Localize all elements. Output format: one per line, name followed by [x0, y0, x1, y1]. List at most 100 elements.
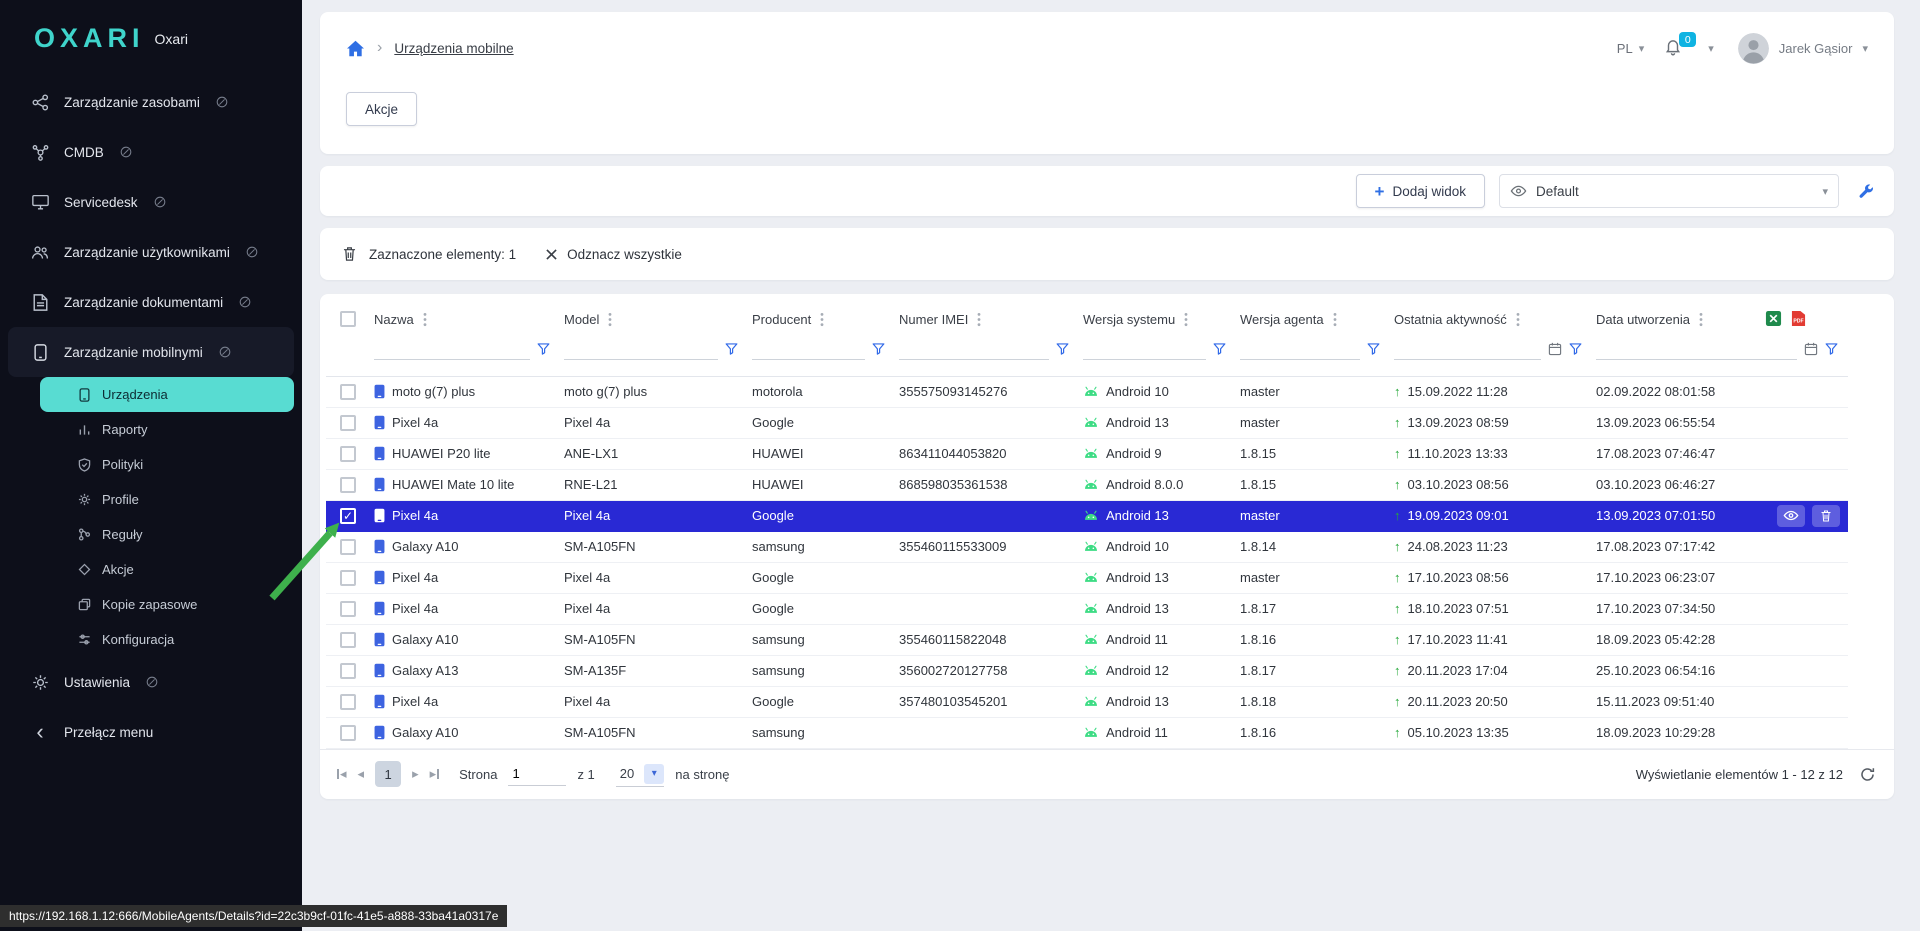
table-row[interactable]: Pixel 4aPixel 4aGoogleAndroid 13master↑1… [326, 407, 1848, 438]
sidebar-item-urzadzenia[interactable]: Urządzenia [40, 377, 294, 412]
delete-selected-icon[interactable] [342, 246, 357, 262]
table-row[interactable]: HUAWEI Mate 10 liteRNE-L21HUAWEI86859803… [326, 469, 1848, 500]
filter-input-imei[interactable] [899, 338, 1049, 360]
brand-logo[interactable]: OXARI Oxari [0, 0, 302, 77]
row-checkbox[interactable] [340, 632, 356, 648]
row-checkbox[interactable] [340, 694, 356, 710]
avatar[interactable] [1738, 33, 1769, 64]
filter-icon[interactable] [872, 343, 885, 355]
column-menu-icon[interactable] [1697, 310, 1705, 329]
breadcrumb-current[interactable]: Urządzenia mobilne [394, 41, 513, 56]
refresh-icon[interactable] [1859, 766, 1876, 783]
filter-icon[interactable] [1367, 343, 1380, 355]
column-header-last_activity[interactable]: Ostatnia aktywność [1394, 312, 1507, 327]
column-menu-icon[interactable] [1331, 310, 1339, 329]
page-input[interactable] [508, 762, 566, 786]
grid-settings-button[interactable] [1853, 179, 1878, 204]
row-checkbox[interactable] [340, 539, 356, 555]
column-menu-icon[interactable] [818, 310, 826, 329]
column-header-system[interactable]: Wersja systemu [1083, 312, 1175, 327]
table-row[interactable]: Galaxy A10SM-A105FNsamsung35546011582204… [326, 624, 1848, 655]
table-row[interactable]: Galaxy A10SM-A105FNsamsung35546011553300… [326, 531, 1848, 562]
filter-input-producer[interactable] [752, 338, 865, 360]
export-pdf-icon[interactable]: PDF [1791, 310, 1806, 327]
row-checkbox[interactable] [340, 601, 356, 617]
sidebar-item-reguly[interactable]: Reguły [40, 517, 294, 552]
column-header-model[interactable]: Model [564, 312, 599, 327]
filter-icon[interactable] [1825, 343, 1838, 355]
sidebar-item-kopie-zapasowe[interactable]: Kopie zapasowe [40, 587, 294, 622]
prev-page-button[interactable]: ◂ [358, 766, 365, 782]
notifications-caret-icon[interactable]: ▾ [1708, 42, 1714, 55]
first-page-button[interactable]: ◂ [336, 766, 347, 782]
column-header-imei[interactable]: Numer IMEI [899, 312, 968, 327]
row-checkbox[interactable]: ✓ [340, 508, 356, 524]
table-row[interactable]: Galaxy A13SM-A135Fsamsung356002720127758… [326, 655, 1848, 686]
sidebar-item-cmdb[interactable]: CMDB [0, 127, 302, 177]
calendar-icon[interactable] [1548, 342, 1562, 356]
filter-input-agent[interactable] [1240, 338, 1360, 360]
table-row[interactable]: Galaxy A10SM-A105FNsamsungAndroid 111.8.… [326, 717, 1848, 748]
column-menu-icon[interactable] [1514, 310, 1522, 329]
row-checkbox[interactable] [340, 384, 356, 400]
table-row[interactable]: Pixel 4aPixel 4aGoogleAndroid 131.8.17↑1… [326, 593, 1848, 624]
table-row[interactable]: Pixel 4aPixel 4aGoogle357480103545201And… [326, 686, 1848, 717]
view-details-button[interactable] [1777, 505, 1805, 527]
sidebar-toggle[interactable]: ‹ Przełącz menu [0, 707, 302, 757]
delete-row-button[interactable] [1812, 505, 1840, 527]
filter-input-name[interactable] [374, 338, 530, 360]
column-menu-icon[interactable] [975, 310, 983, 329]
column-menu-icon[interactable] [421, 310, 429, 329]
sidebar-item-konfiguracja[interactable]: Konfiguracja [40, 622, 294, 657]
row-checkbox[interactable] [340, 446, 356, 462]
column-menu-icon[interactable] [606, 310, 614, 329]
deselect-all-button[interactable]: Odznacz wszystkie [546, 247, 682, 262]
sidebar-item-profile[interactable]: Profile [40, 482, 294, 517]
sidebar-item-raporty[interactable]: Raporty [40, 412, 294, 447]
filter-icon[interactable] [1213, 343, 1226, 355]
add-view-button[interactable]: + Dodaj widok [1356, 174, 1485, 208]
column-header-name[interactable]: Nazwa [374, 312, 414, 327]
page-number-button[interactable]: 1 [375, 761, 401, 787]
column-header-created[interactable]: Data utworzenia [1596, 312, 1690, 327]
filter-input-model[interactable] [564, 338, 718, 360]
language-selector[interactable]: PL ▾ [1617, 41, 1644, 56]
row-checkbox[interactable] [340, 663, 356, 679]
export-excel-icon[interactable] [1765, 310, 1782, 327]
sidebar-item-ustawienia[interactable]: Ustawienia [0, 657, 302, 707]
calendar-icon[interactable] [1804, 342, 1818, 356]
row-checkbox[interactable] [340, 477, 356, 493]
column-menu-icon[interactable] [1182, 310, 1190, 329]
filter-icon[interactable] [1569, 343, 1582, 355]
sidebar-item-zarzadzanie-mobilnymi[interactable]: Zarządzanie mobilnymi [8, 327, 294, 377]
sidebar-item-akcje[interactable]: Akcje [40, 552, 294, 587]
notifications-button[interactable]: 0 [1664, 37, 1682, 59]
table-row[interactable]: moto g(7) plusmoto g(7) plusmotorola3555… [326, 376, 1848, 407]
sidebar-item-polityki[interactable]: Polityki [40, 447, 294, 482]
last-page-button[interactable]: ▸ [430, 766, 441, 782]
sidebar-item-zarzadzanie-zasobami[interactable]: Zarządzanie zasobami [0, 77, 302, 127]
table-row[interactable]: Pixel 4aPixel 4aGoogleAndroid 13master↑1… [326, 562, 1848, 593]
akcje-button[interactable]: Akcje [346, 92, 417, 126]
next-page-button[interactable]: ▸ [412, 766, 419, 782]
filter-icon[interactable] [1056, 343, 1069, 355]
table-row[interactable]: HUAWEI P20 liteANE-LX1HUAWEI863411044053… [326, 438, 1848, 469]
select-all-checkbox[interactable] [340, 311, 356, 327]
filter-input-created[interactable] [1596, 338, 1797, 360]
sidebar-item-zarzadzanie-uzytkownikami[interactable]: Zarządzanie użytkownikami [0, 227, 302, 277]
column-header-producer[interactable]: Producent [752, 312, 811, 327]
row-checkbox[interactable] [340, 725, 356, 741]
filter-icon[interactable] [725, 343, 738, 355]
filter-icon[interactable] [537, 343, 550, 355]
table-row[interactable]: ✓Pixel 4aPixel 4aGoogleAndroid 13master↑… [326, 500, 1848, 531]
page-size-select[interactable]: 20 ▾ [616, 761, 664, 787]
sidebar-item-zarzadzanie-dokumentami[interactable]: Zarządzanie dokumentami [0, 277, 302, 327]
row-checkbox[interactable] [340, 570, 356, 586]
filter-input-system[interactable] [1083, 338, 1206, 360]
row-checkbox[interactable] [340, 415, 356, 431]
user-menu-caret-icon[interactable]: ▾ [1862, 42, 1868, 55]
column-header-agent[interactable]: Wersja agenta [1240, 312, 1324, 327]
home-icon[interactable] [346, 40, 365, 57]
view-select[interactable]: Default ▾ [1499, 174, 1839, 208]
sidebar-item-servicedesk[interactable]: Servicedesk [0, 177, 302, 227]
